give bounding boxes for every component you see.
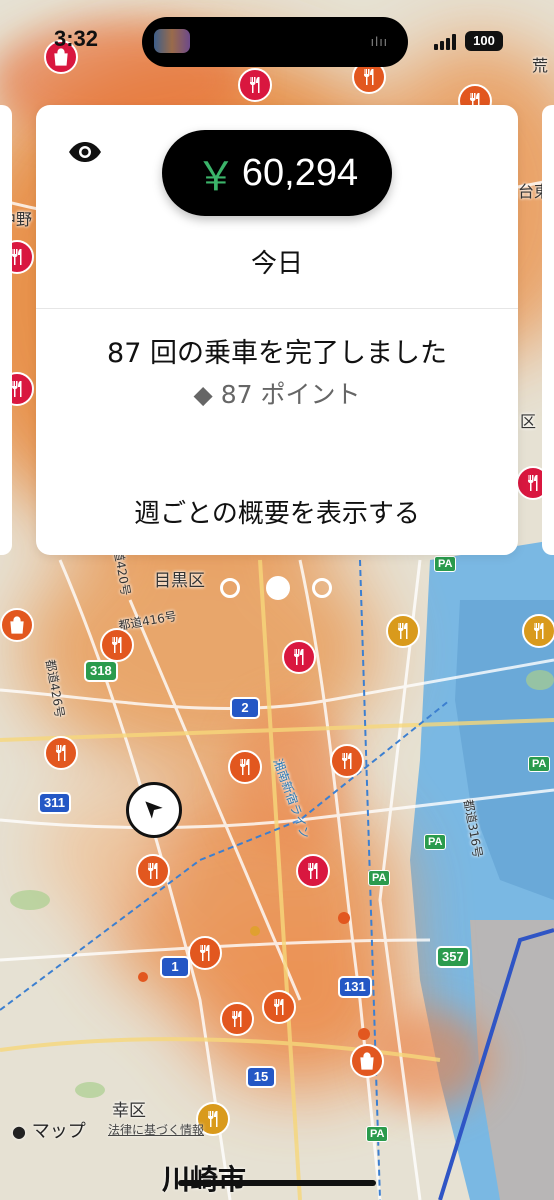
restaurant-icon xyxy=(342,753,352,769)
restaurant-poi-marker[interactable] xyxy=(44,736,78,770)
restaurant-icon xyxy=(148,863,158,879)
dynamic-island[interactable]: ılıı xyxy=(142,17,408,67)
restaurant-poi-marker[interactable] xyxy=(220,1002,254,1036)
pager-dot-1[interactable] xyxy=(220,578,240,598)
restaurant-icon xyxy=(112,637,122,653)
restaurant-poi-marker[interactable] xyxy=(282,640,316,674)
rides-summary: 87 回の乗車を完了しました xyxy=(107,338,447,369)
restaurant-icon xyxy=(534,623,544,639)
maps-attribution-label: マップ xyxy=(31,1121,86,1142)
toggle-visibility-button[interactable] xyxy=(68,141,102,163)
restaurant-poi-marker[interactable] xyxy=(262,990,296,1024)
map-label-meguro: 目黒区 xyxy=(154,571,205,591)
restaurant-poi-marker[interactable] xyxy=(330,744,364,778)
route-131-shield: 131 xyxy=(338,976,372,998)
apple-logo-icon: ● xyxy=(12,1122,26,1141)
audio-wave-icon: ılıı xyxy=(370,35,388,49)
legal-info-link[interactable]: 法律に基づく情報 xyxy=(108,1121,204,1138)
divider xyxy=(36,308,518,309)
route-357-shield: 357 xyxy=(436,946,470,968)
parking-area-5: PA xyxy=(434,556,457,572)
restaurant-icon xyxy=(528,475,538,491)
status-bar: 3:32 ılıı 100 xyxy=(0,0,554,80)
route-15-shield: 15 xyxy=(246,1066,276,1088)
restaurant-poi-marker[interactable] xyxy=(386,614,420,648)
card-pager xyxy=(218,576,338,604)
restaurant-icon xyxy=(308,863,318,879)
route-2-shield: 2 xyxy=(230,697,260,719)
shop-poi-marker[interactable] xyxy=(350,1044,384,1078)
next-card-peek[interactable] xyxy=(542,105,554,555)
restaurant-icon xyxy=(200,945,210,961)
pager-dot-3[interactable] xyxy=(312,578,332,598)
route-1-shield: 1 xyxy=(160,956,190,978)
parking-area-2: PA xyxy=(368,870,391,886)
activity-dot xyxy=(250,926,260,936)
shopping-bag-icon xyxy=(360,1052,374,1070)
route-311-shield: 311 xyxy=(38,792,71,814)
eye-icon xyxy=(69,142,101,162)
restaurant-poi-marker[interactable] xyxy=(136,854,170,888)
parking-area-1: PA xyxy=(424,834,447,850)
restaurant-poi-marker[interactable] xyxy=(522,614,554,648)
earnings-card: ￥ 60,294 今日 87 回の乗車を完了しました ◆ 87 ポイント 週ごと… xyxy=(36,105,518,555)
restaurant-icon xyxy=(208,1111,218,1127)
restaurant-poi-marker[interactable] xyxy=(296,854,330,888)
restaurant-icon xyxy=(232,1011,242,1027)
points-summary: ◆ 87 ポイント xyxy=(193,380,361,409)
parking-area-4: PA xyxy=(528,756,551,772)
previous-card-peek[interactable] xyxy=(0,105,12,555)
parking-area-3: PA xyxy=(366,1126,389,1142)
activity-dot xyxy=(138,972,148,982)
restaurant-poi-marker[interactable] xyxy=(188,936,222,970)
now-playing-thumbnail xyxy=(154,29,190,53)
navigation-arrow-icon xyxy=(145,801,163,819)
activity-dot xyxy=(358,1028,370,1040)
restaurant-icon xyxy=(240,759,250,775)
earnings-period: 今日 xyxy=(250,249,303,279)
earnings-amount: 60,294 xyxy=(241,151,359,194)
shopping-bag-icon xyxy=(10,616,24,634)
yen-symbol: ￥ xyxy=(195,154,236,200)
weekly-summary-link[interactable]: 週ごとの概要を表示する xyxy=(36,493,518,530)
maps-attribution: ● マップ xyxy=(12,1117,86,1143)
restaurant-icon xyxy=(294,649,304,665)
map-label-ku: 区 xyxy=(520,412,537,431)
map-label-kawasaki: 川崎市 xyxy=(162,1158,246,1198)
shop-poi-marker[interactable] xyxy=(0,608,34,642)
battery-indicator: 100 xyxy=(465,31,503,51)
recenter-location-button[interactable] xyxy=(126,782,182,838)
cellular-signal-icon xyxy=(434,34,460,50)
home-indicator[interactable] xyxy=(178,1180,376,1186)
earnings-amount-pill[interactable]: ￥ 60,294 xyxy=(162,130,392,216)
restaurant-poi-marker[interactable] xyxy=(100,628,134,662)
pager-dot-2[interactable] xyxy=(266,576,290,600)
restaurant-icon xyxy=(56,745,66,761)
activity-dot xyxy=(338,912,350,924)
restaurant-icon xyxy=(398,623,408,639)
map-label-saiwai: 幸区 xyxy=(112,1101,146,1121)
restaurant-poi-marker[interactable] xyxy=(228,750,262,784)
restaurant-icon xyxy=(274,999,284,1015)
status-time: 3:32 xyxy=(54,26,99,51)
route-318-shield: 318 xyxy=(84,660,118,682)
